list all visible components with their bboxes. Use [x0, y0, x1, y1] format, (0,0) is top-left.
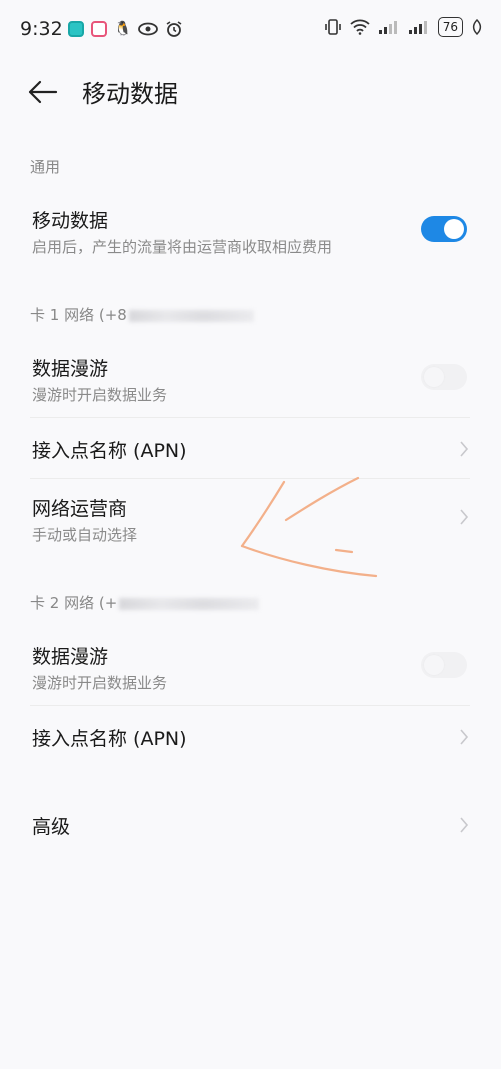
advanced-row[interactable]: 高级: [0, 796, 501, 852]
sim2-apn-title: 接入点名称 (APN): [32, 728, 187, 750]
page-title: 移动数据: [82, 80, 178, 108]
qq-icon: 🐧: [114, 21, 132, 37]
advanced-title: 高级: [32, 816, 71, 838]
back-arrow-icon: [28, 80, 58, 104]
sim1-operator-row[interactable]: 网络运营商 手动或自动选择: [0, 480, 501, 556]
wifi-icon: [350, 19, 370, 35]
section-sim2-label: 卡 2 网络 (+: [30, 592, 260, 613]
chevron-right-icon: [460, 729, 469, 745]
app-pink-icon: [91, 21, 107, 37]
notification-icons: 🐧: [68, 20, 183, 38]
divider: [30, 478, 470, 479]
sim2-roaming-row[interactable]: 数据漫游 漫游时开启数据业务: [0, 632, 501, 702]
mobile-data-subtitle: 启用后，产生的流量将由运营商收取相应费用: [32, 238, 333, 256]
vibrate-icon: [324, 19, 341, 35]
sim1-roaming-subtitle: 漫游时开启数据业务: [32, 386, 168, 404]
sim2-roaming-toggle[interactable]: [421, 652, 467, 678]
mobile-data-toggle[interactable]: [421, 216, 467, 242]
section-sim1-label: 卡 1 网络 (+8: [30, 304, 254, 325]
sim2-apn-row[interactable]: 接入点名称 (APN): [0, 708, 501, 764]
sim1-operator-title: 网络运营商: [32, 498, 128, 520]
sim1-operator-subtitle: 手动或自动选择: [32, 526, 138, 544]
back-button[interactable]: [26, 74, 62, 110]
chevron-right-icon: [460, 509, 469, 525]
sim1-roaming-row[interactable]: 数据漫游 漫游时开启数据业务: [0, 344, 501, 414]
battery-icon: 76: [437, 17, 463, 37]
divider: [30, 705, 470, 706]
leaf-icon: [472, 19, 482, 35]
sim1-roaming-toggle[interactable]: [421, 364, 467, 390]
chevron-right-icon: [460, 441, 469, 457]
mobile-data-title: 移动数据: [32, 210, 109, 232]
divider: [30, 417, 470, 418]
sim1-apn-title: 接入点名称 (APN): [32, 440, 187, 462]
system-icons: 76: [324, 17, 483, 37]
signal2-icon: [408, 21, 427, 34]
app-header: 移动数据: [0, 66, 501, 116]
status-bar: 9:32 🐧 76: [0, 0, 501, 58]
section-general-label: 通用: [30, 158, 61, 176]
alarm-icon: [166, 21, 182, 37]
sim2-roaming-title: 数据漫游: [32, 646, 109, 668]
chevron-right-icon: [460, 817, 469, 833]
mobile-data-row[interactable]: 移动数据 启用后，产生的流量将由运营商收取相应费用: [0, 196, 501, 266]
signal1-icon: [378, 21, 397, 34]
eye-icon: [138, 22, 159, 36]
sim2-roaming-subtitle: 漫游时开启数据业务: [32, 674, 168, 692]
status-time: 9:32: [20, 18, 63, 40]
sim1-apn-row[interactable]: 接入点名称 (APN): [0, 420, 501, 476]
sim1-roaming-title: 数据漫游: [32, 358, 109, 380]
app-teal-icon: [68, 21, 84, 37]
